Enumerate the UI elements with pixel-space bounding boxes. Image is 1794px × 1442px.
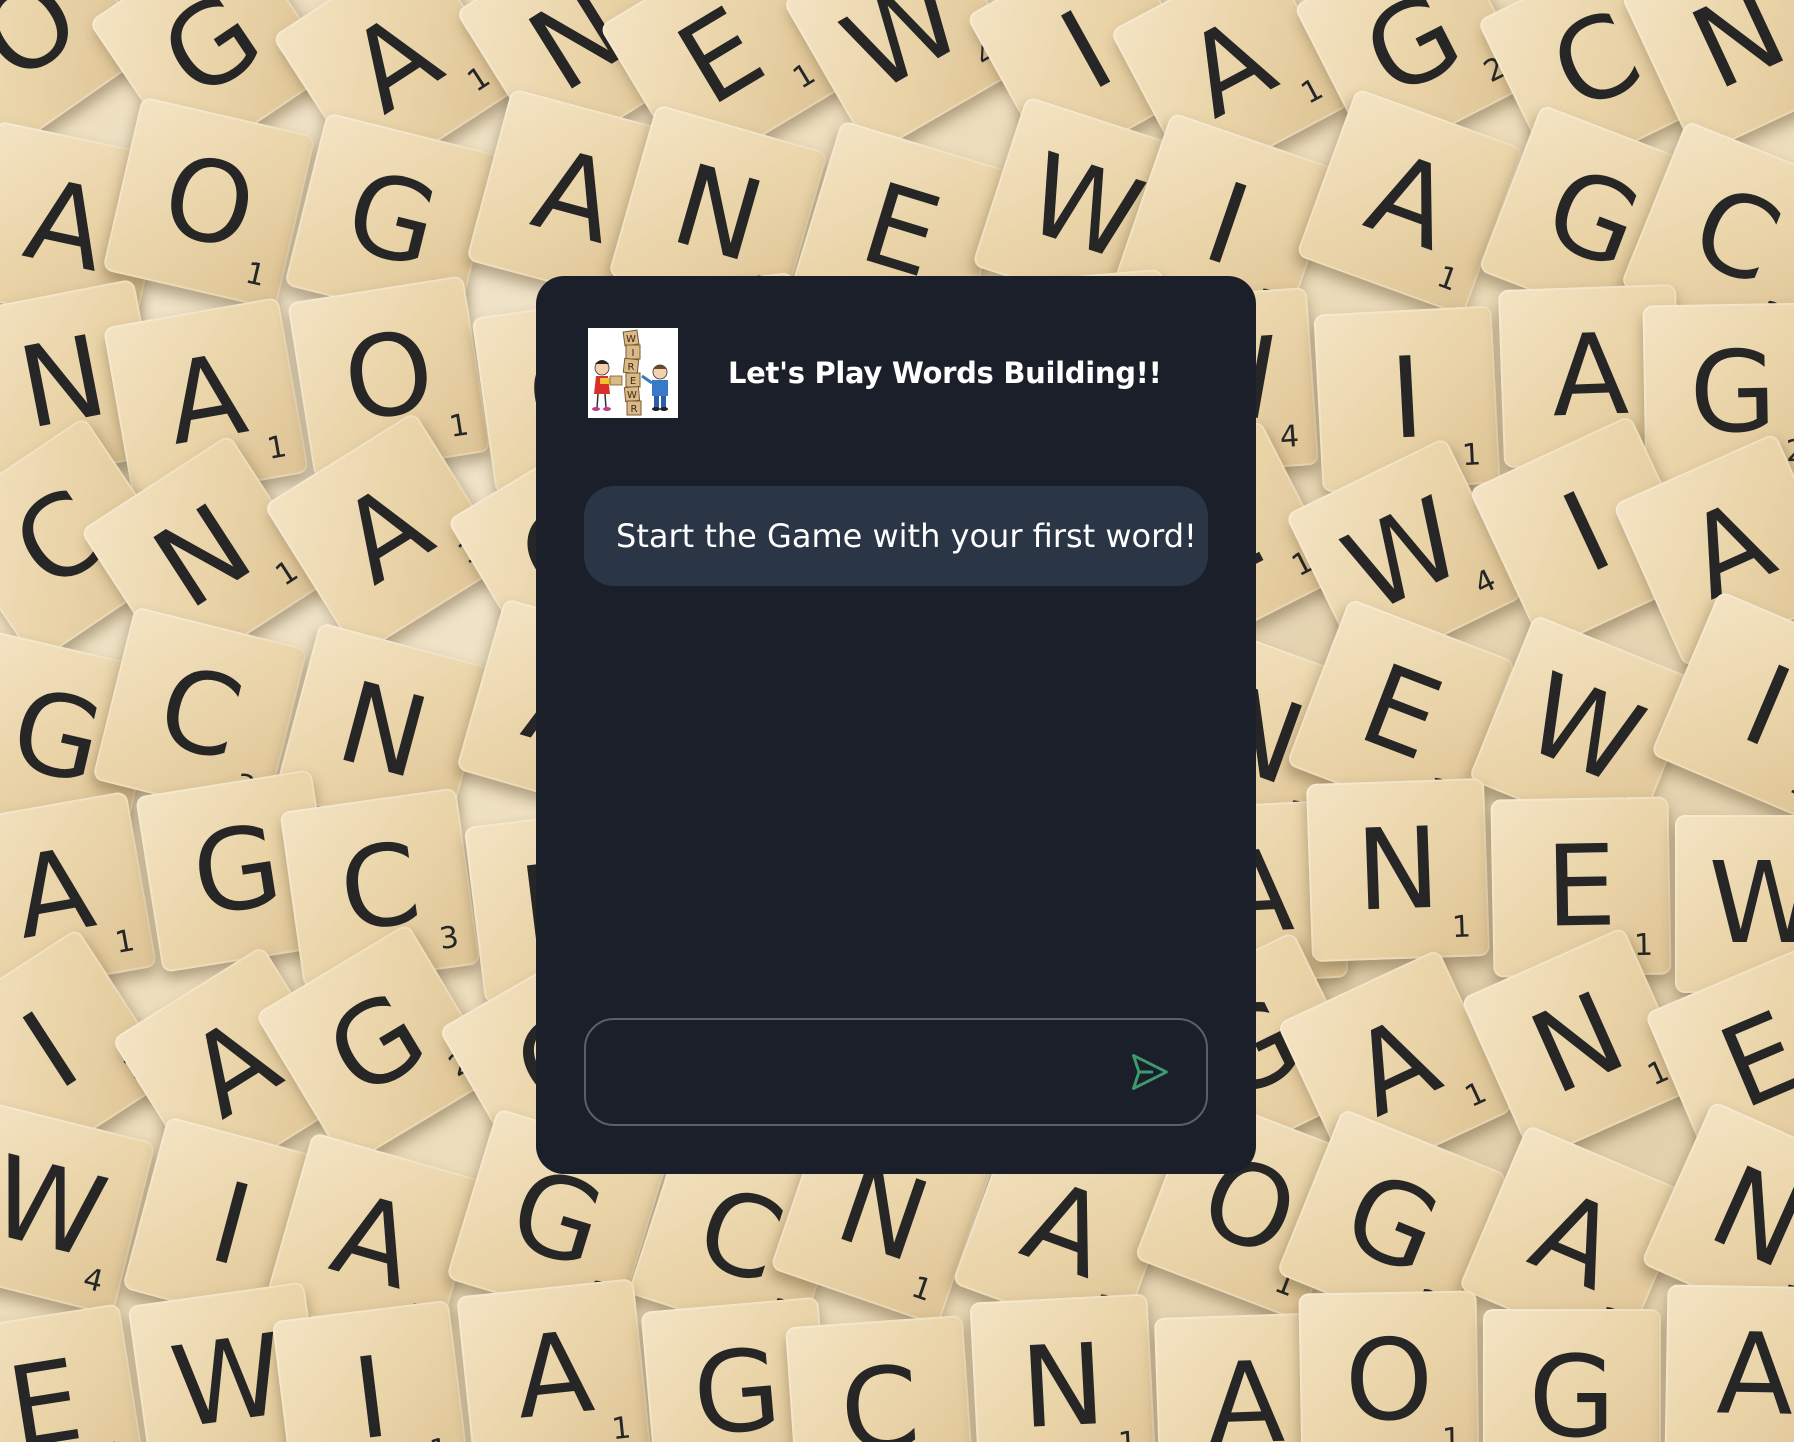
tile-points: 3 [437, 919, 462, 958]
tile-points: 1 [446, 407, 472, 445]
tile-points: 1 [1432, 259, 1463, 299]
tile-letter: O [1343, 1315, 1435, 1442]
letter-tile: I1 [271, 1299, 471, 1442]
chat-window: WIREWR Let's Play Words Building!! Start… [536, 276, 1256, 1174]
send-icon [1132, 1054, 1168, 1090]
bot-message-bubble: Start the Game with your first word! [584, 486, 1208, 586]
tile-points: 1 [112, 923, 138, 961]
kids-building-word-tiles-icon: WIREWR [588, 328, 678, 418]
tile-letter: I [1387, 333, 1427, 465]
tile-letter: I [1544, 467, 1630, 599]
tile-letter: W [1708, 839, 1794, 969]
send-button[interactable] [1120, 1042, 1180, 1102]
tile-letter: C [1675, 161, 1794, 311]
tile-letter: A [1351, 127, 1469, 277]
tile-letter: I [1726, 640, 1794, 774]
tile-letter: I [1190, 158, 1264, 292]
logo-tile-letter: E [630, 376, 636, 387]
tile-letter: N [659, 139, 777, 289]
tile-letter: C [836, 1342, 924, 1442]
letter-tile: O1 [1298, 1290, 1480, 1442]
tile-points: 1 [103, 1435, 127, 1442]
letter-tile: A1 [456, 1278, 652, 1442]
letter-tile: A1 [1664, 1284, 1794, 1442]
tile-letter: A [1514, 1166, 1636, 1316]
tile-letter: I [198, 1157, 264, 1293]
tile-letter: G [1327, 1147, 1457, 1301]
tile-points: 1 [264, 429, 290, 467]
tile-points: 1 [1441, 1421, 1462, 1442]
tile-letter: C [146, 641, 254, 787]
tile-letter: N [325, 657, 441, 805]
tile-letter: N [1017, 1319, 1109, 1442]
logo-tile-letter: R [631, 404, 638, 415]
tile-letter: G [688, 1324, 786, 1442]
chat-header: WIREWR Let's Play Words Building!! [588, 328, 1204, 418]
game-logo-image: WIREWR [588, 328, 678, 418]
tile-letter: G [183, 800, 291, 942]
tile-points: 1 [428, 1432, 451, 1442]
tile-points: 1 [610, 1410, 633, 1442]
tile-letter: I [1041, 0, 1133, 116]
tile-letter: A [319, 1168, 429, 1316]
tile-letter: A [521, 124, 629, 270]
tile-points: 1 [787, 56, 822, 97]
tile-letter: E [1344, 639, 1458, 787]
tile-letter: E [0, 1335, 91, 1442]
tile-points: 4 [1469, 562, 1502, 603]
tile-points: 1 [1451, 909, 1472, 946]
logo-tile-letter: W [627, 390, 637, 401]
tile-letter: G [334, 146, 450, 294]
message-composer [584, 1018, 1208, 1126]
tile-letter: W [1508, 648, 1660, 812]
tile-letter: A [15, 154, 117, 298]
tile-points: 1 [1295, 71, 1329, 112]
tile-points: 4 [1278, 418, 1301, 456]
tile-letter: A [319, 458, 453, 610]
tile-letter: N [1513, 967, 1643, 1121]
logo-tile-letter: R [628, 362, 635, 373]
tile-letter: I [1, 987, 101, 1115]
tile-points: 1 [242, 255, 269, 294]
tile-points: 1 [1459, 1075, 1492, 1115]
letter-tile: N1 [1305, 777, 1491, 963]
tile-letter: N [1693, 1141, 1794, 1295]
tile-points: 1 [907, 1269, 937, 1309]
letter-tile: C3 [785, 1315, 975, 1442]
letter-tile: E1 [0, 1303, 147, 1442]
tile-letter: G [0, 663, 114, 811]
tile-letter: A [1205, 1337, 1287, 1442]
tile-letter: W [823, 0, 985, 118]
tile-points: 1 [1784, 765, 1794, 806]
tile-letter: I [346, 1332, 396, 1442]
tile-letter: G [306, 966, 448, 1124]
tile-letter: W [0, 1131, 118, 1285]
tile-letter: O [151, 129, 267, 277]
tile-letter: A [509, 1307, 599, 1442]
bot-message-text: Start the Game with your first word! [616, 517, 1197, 555]
message-input[interactable] [586, 1019, 1120, 1125]
tile-letter: O [0, 0, 103, 108]
tile-letter: A [1715, 1309, 1794, 1441]
logo-tile-letter: W [626, 334, 636, 345]
logo-tile-letter: I [632, 348, 635, 359]
tile-points: 1 [1117, 1425, 1138, 1442]
letter-tile: N1 [969, 1293, 1157, 1442]
letter-tile: G2 [1483, 1309, 1661, 1442]
tile-letter: A [1007, 1155, 1125, 1305]
tile-points: 1 [1461, 437, 1482, 474]
tile-letter: N [1673, 0, 1794, 116]
app-title: Let's Play Words Building!! [728, 356, 1162, 390]
tile-letter: N [1353, 803, 1443, 937]
tile-letter: G [1528, 1333, 1616, 1442]
letter-tile: A1 [1295, 87, 1525, 317]
